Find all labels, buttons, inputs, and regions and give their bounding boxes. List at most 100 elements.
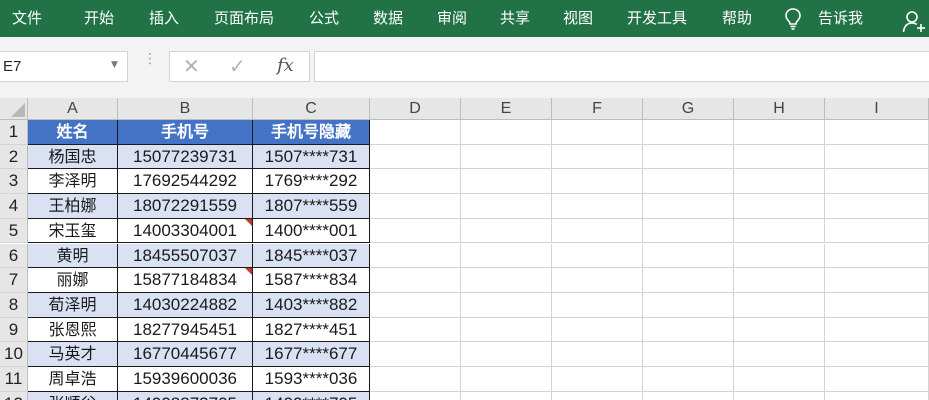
column-header-a[interactable]: A (28, 98, 118, 120)
empty-cell[interactable] (461, 169, 552, 195)
header-cell-phone-masked[interactable]: 手机号隐藏 (253, 120, 370, 145)
empty-cell[interactable] (734, 169, 825, 195)
empty-cell[interactable] (552, 194, 643, 219)
data-cell-phone-masked[interactable]: 1403****882 (253, 292, 370, 318)
empty-cell[interactable] (370, 317, 461, 343)
tab-developer[interactable]: 开发工具 (627, 0, 687, 37)
column-header-b[interactable]: B (118, 98, 253, 120)
empty-cell[interactable] (825, 391, 929, 400)
data-cell-name[interactable]: 周卓浩 (28, 367, 118, 392)
data-cell-phone-masked[interactable]: 1400****001 (253, 218, 370, 244)
column-header-d[interactable]: D (370, 98, 461, 120)
data-cell-name[interactable]: 张顺谷 (28, 391, 118, 400)
empty-cell[interactable] (552, 342, 643, 367)
empty-cell[interactable] (552, 268, 643, 293)
row-header-3[interactable]: 3 (0, 169, 28, 195)
empty-cell[interactable] (552, 169, 643, 195)
row-header-12[interactable]: 12 (0, 391, 28, 400)
cancel-icon[interactable]: ✕ (183, 54, 200, 78)
empty-cell[interactable] (643, 169, 734, 195)
row-header-2[interactable]: 2 (0, 144, 28, 170)
empty-cell[interactable] (461, 268, 552, 293)
empty-cell[interactable] (643, 342, 734, 367)
empty-cell[interactable] (825, 144, 929, 170)
data-cell-phone[interactable]: 18072291559 (118, 194, 253, 219)
lightbulb-icon[interactable] (783, 7, 803, 31)
empty-cell[interactable] (734, 194, 825, 219)
empty-cell[interactable] (643, 243, 734, 269)
empty-cell[interactable] (461, 367, 552, 392)
empty-cell[interactable] (825, 342, 929, 367)
empty-cell[interactable] (643, 144, 734, 170)
empty-cell[interactable] (825, 268, 929, 293)
empty-cell[interactable] (370, 169, 461, 195)
data-cell-name[interactable]: 杨国忠 (28, 144, 118, 170)
empty-cell[interactable] (825, 194, 929, 219)
tab-formulas[interactable]: 公式 (309, 0, 339, 37)
data-cell-phone-masked[interactable]: 1845****037 (253, 243, 370, 269)
column-header-c[interactable]: C (253, 98, 370, 120)
row-header-8[interactable]: 8 (0, 292, 28, 318)
data-cell-phone-masked[interactable]: 1587****834 (253, 268, 370, 293)
row-header-5[interactable]: 5 (0, 218, 28, 244)
person-add-icon[interactable] (902, 9, 926, 33)
enter-icon[interactable]: ✓ (229, 54, 246, 78)
row-header-6[interactable]: 6 (0, 243, 28, 269)
tab-view[interactable]: 视图 (563, 0, 593, 37)
data-cell-phone[interactable]: 14003304001 (118, 218, 253, 244)
column-header-g[interactable]: G (643, 98, 734, 120)
empty-cell[interactable] (643, 292, 734, 318)
empty-cell[interactable] (370, 144, 461, 170)
data-cell-phone-masked[interactable]: 1507****731 (253, 144, 370, 170)
empty-cell[interactable] (825, 169, 929, 195)
empty-cell[interactable] (461, 391, 552, 400)
data-cell-name[interactable]: 宋玉玺 (28, 218, 118, 244)
empty-cell[interactable] (552, 292, 643, 318)
empty-cell[interactable] (825, 317, 929, 343)
empty-cell[interactable] (461, 144, 552, 170)
empty-cell[interactable] (461, 120, 552, 145)
empty-cell[interactable] (370, 120, 461, 145)
insert-function-icon[interactable]: fx (277, 55, 294, 76)
row-header-10[interactable]: 10 (0, 342, 28, 367)
row-header-11[interactable]: 11 (0, 367, 28, 392)
data-cell-phone-masked[interactable]: 1769****292 (253, 169, 370, 195)
empty-cell[interactable] (370, 292, 461, 318)
data-cell-phone-masked[interactable]: 1677****677 (253, 342, 370, 367)
data-cell-phone-masked[interactable]: 1807****559 (253, 194, 370, 219)
empty-cell[interactable] (461, 317, 552, 343)
data-cell-phone[interactable]: 14030224882 (118, 292, 253, 318)
header-cell-name[interactable]: 姓名 (28, 120, 118, 145)
empty-cell[interactable] (370, 243, 461, 269)
empty-cell[interactable] (825, 120, 929, 145)
empty-cell[interactable] (734, 120, 825, 145)
tab-help[interactable]: 帮助 (722, 0, 752, 37)
row-header-4[interactable]: 4 (0, 194, 28, 219)
comment-indicator-icon[interactable] (245, 268, 252, 276)
tab-review[interactable]: 审阅 (437, 0, 467, 37)
name-box-dropdown-icon[interactable]: ▼ (111, 60, 118, 70)
empty-cell[interactable] (461, 218, 552, 244)
data-cell-name[interactable]: 王柏娜 (28, 194, 118, 219)
empty-cell[interactable] (461, 342, 552, 367)
data-cell-phone-masked[interactable]: 1593****036 (253, 367, 370, 392)
data-cell-phone[interactable]: 17692544292 (118, 169, 253, 195)
column-header-h[interactable]: H (734, 98, 825, 120)
empty-cell[interactable] (643, 218, 734, 244)
empty-cell[interactable] (643, 268, 734, 293)
empty-cell[interactable] (370, 194, 461, 219)
empty-cell[interactable] (552, 317, 643, 343)
column-header-i[interactable]: I (825, 98, 929, 120)
empty-cell[interactable] (552, 243, 643, 269)
data-cell-name[interactable]: 李泽明 (28, 169, 118, 195)
data-cell-name[interactable]: 荀泽明 (28, 292, 118, 318)
data-cell-phone[interactable]: 18455507037 (118, 243, 253, 269)
tell-me-search[interactable]: 告诉我 (818, 0, 863, 37)
data-cell-name[interactable]: 丽娜 (28, 268, 118, 293)
empty-cell[interactable] (643, 317, 734, 343)
empty-cell[interactable] (370, 218, 461, 244)
empty-cell[interactable] (552, 218, 643, 244)
tab-page-layout[interactable]: 页面布局 (214, 0, 274, 37)
empty-cell[interactable] (643, 120, 734, 145)
empty-cell[interactable] (734, 292, 825, 318)
